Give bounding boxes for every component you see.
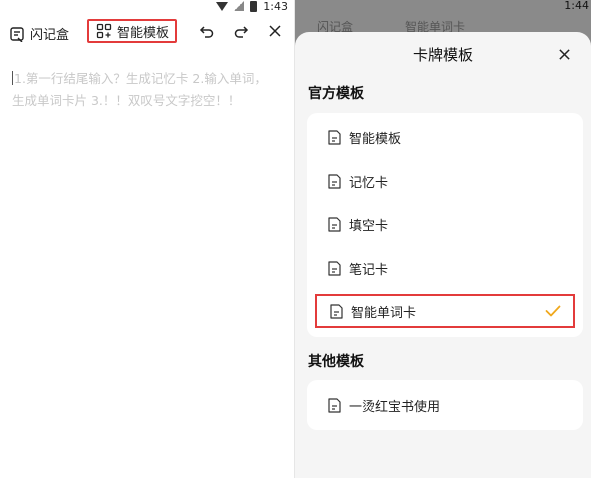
template-item-smart[interactable]: 智能模板 xyxy=(315,120,575,154)
template-item-redbook[interactable]: 一烫红宝书使用 xyxy=(315,388,575,422)
flash-box-button[interactable]: 闪记盒 xyxy=(8,24,69,43)
dimmed-background: 1:44 闪记盒 智能单词卡 xyxy=(295,0,591,34)
status-bar: 1:43 xyxy=(216,0,294,13)
signal-icon xyxy=(234,1,245,11)
template-label: 智能模板 xyxy=(349,131,402,147)
sheet-header: 卡牌模板 xyxy=(295,32,591,76)
template-label: 笔记卡 xyxy=(349,262,389,278)
template-label: 一烫红宝书使用 xyxy=(349,399,441,415)
other-template-card: 一烫红宝书使用 xyxy=(307,380,583,430)
document-icon xyxy=(327,129,341,145)
status-time: 1:43 xyxy=(263,0,288,13)
close-icon[interactable] xyxy=(555,45,573,63)
editor-placeholder-line2: 生成单词卡片 3.！！双叹号文字挖空！！ xyxy=(12,93,241,108)
document-icon xyxy=(327,173,341,189)
screenshot-root: 1:43 闪记盒 智能模板 1.第一行结尾输入？生成记忆卡 2.输入单词， 生成… xyxy=(0,0,591,478)
document-icon xyxy=(329,303,343,319)
document-icon xyxy=(327,397,341,413)
official-template-card: 智能模板 记忆卡 填空卡 笔记卡 智能单词卡 xyxy=(307,113,583,337)
editor-toolbar: 闪记盒 智能模板 xyxy=(0,18,294,48)
smart-template-button[interactable]: 智能模板 xyxy=(87,19,178,43)
redo-icon[interactable] xyxy=(232,22,250,40)
checkmark-icon xyxy=(545,304,561,322)
sheet-title: 卡牌模板 xyxy=(412,45,473,64)
editor-placeholder-line1: 1.第一行结尾输入？生成记忆卡 2.输入单词， xyxy=(12,71,267,86)
document-icon xyxy=(327,216,341,232)
smart-template-label: 智能模板 xyxy=(117,25,170,41)
template-screen: 1:44 闪记盒 智能单词卡 卡牌模板 官方模板 智能模板 记忆卡 填空卡 笔记… xyxy=(295,0,591,478)
template-item-memory[interactable]: 记忆卡 xyxy=(315,164,575,198)
template-item-note[interactable]: 笔记卡 xyxy=(315,251,575,285)
template-label: 智能单词卡 xyxy=(351,305,417,321)
template-label: 填空卡 xyxy=(349,218,389,234)
editor-input-area[interactable]: 1.第一行结尾输入？生成记忆卡 2.输入单词， 生成单词卡片 3.！！双叹号文字… xyxy=(12,68,288,112)
template-item-cloze[interactable]: 填空卡 xyxy=(315,207,575,241)
other-section-title: 其他模板 xyxy=(308,354,364,370)
flash-box-label: 闪记盒 xyxy=(30,28,70,43)
undo-icon[interactable] xyxy=(198,22,216,40)
note-list-icon xyxy=(8,25,26,43)
close-icon[interactable] xyxy=(266,22,284,40)
status-time: 1:44 xyxy=(564,0,589,12)
template-bottom-sheet: 卡牌模板 官方模板 智能模板 记忆卡 填空卡 笔记卡 智能单词卡 其他模板 一烫… xyxy=(295,32,591,478)
template-label: 记忆卡 xyxy=(349,175,389,191)
text-caret xyxy=(12,71,13,85)
wifi-icon xyxy=(216,1,229,11)
battery-icon xyxy=(250,0,258,12)
template-item-smart-word[interactable]: 智能单词卡 xyxy=(315,294,575,328)
grid-icon xyxy=(95,22,113,40)
editor-screen: 1:43 闪记盒 智能模板 1.第一行结尾输入？生成记忆卡 2.输入单词， 生成… xyxy=(0,0,295,478)
official-section-title: 官方模板 xyxy=(308,86,364,102)
document-icon xyxy=(327,260,341,276)
